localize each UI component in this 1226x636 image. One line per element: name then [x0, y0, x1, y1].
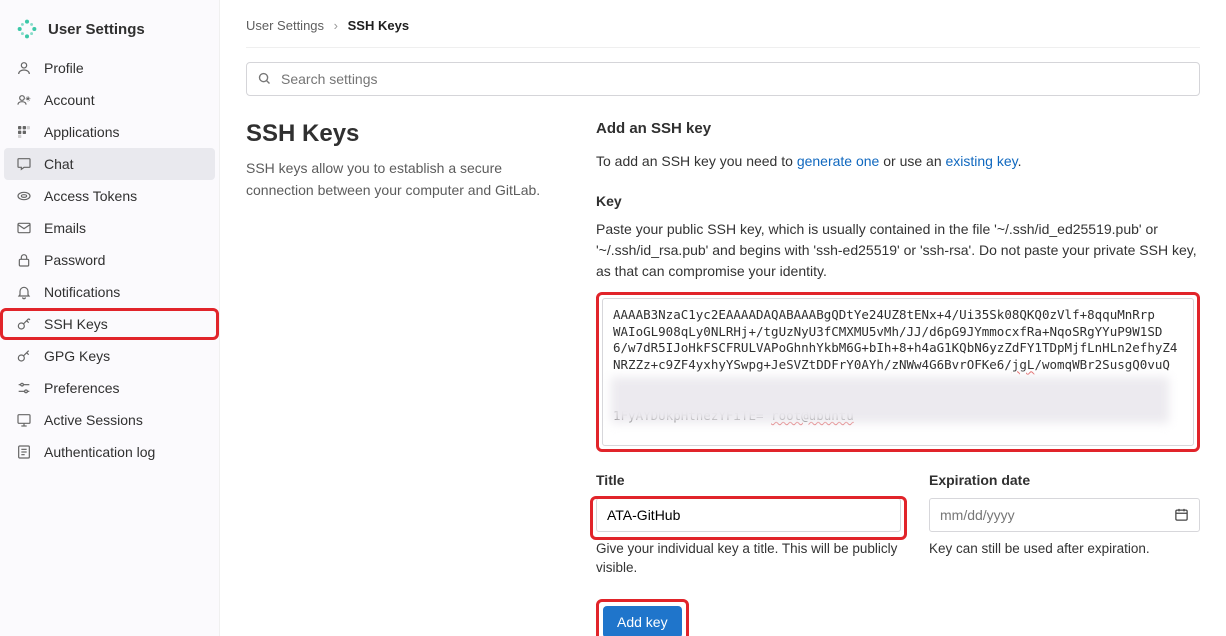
breadcrumb: User Settings › SSH Keys	[246, 12, 1200, 48]
sidebar-item-profile[interactable]: Profile	[0, 52, 219, 84]
main-content: User Settings › SSH Keys SSH Keys SSH ke…	[220, 0, 1226, 636]
apps-icon	[16, 124, 32, 140]
sidebar-item-label: Account	[44, 92, 95, 108]
sidebar-item-label: Authentication log	[44, 444, 155, 460]
expiration-label: Expiration date	[929, 472, 1200, 488]
sidebar-item-label: Notifications	[44, 284, 120, 300]
gpg-icon	[16, 348, 32, 364]
account-icon	[16, 92, 32, 108]
sidebar-item-label: SSH Keys	[44, 316, 108, 332]
pref-icon	[16, 380, 32, 396]
chat-icon	[16, 156, 32, 172]
sidebar-title: User Settings	[48, 21, 145, 38]
chevron-right-icon: ›	[334, 18, 338, 33]
ssh-keys-highlight	[0, 308, 219, 340]
lock-icon	[16, 252, 32, 268]
sidebar-item-label: Access Tokens	[44, 188, 137, 204]
sidebar-item-label: Profile	[44, 60, 84, 76]
bell-icon	[16, 284, 32, 300]
key-hint: Paste your public SSH key, which is usua…	[596, 219, 1200, 282]
key-label: Key	[596, 193, 1200, 209]
expiration-placeholder: mm/dd/yyyy	[940, 507, 1015, 523]
calendar-icon	[1174, 507, 1189, 522]
add-key-highlight: Add key	[596, 599, 689, 636]
expiration-hint: Key can still be used after expiration.	[929, 540, 1200, 559]
log-icon	[16, 444, 32, 460]
expiration-input[interactable]: mm/dd/yyyy	[929, 498, 1200, 532]
sidebar-item-label: Emails	[44, 220, 86, 236]
sidebar-item-label: Active Sessions	[44, 412, 143, 428]
sidebar-item-active-sessions[interactable]: Active Sessions	[0, 404, 219, 436]
generate-one-link[interactable]: generate one	[797, 153, 880, 169]
sidebar-item-label: GPG Keys	[44, 348, 110, 364]
sidebar-item-applications[interactable]: Applications	[0, 116, 219, 148]
sidebar-item-access-tokens[interactable]: Access Tokens	[0, 180, 219, 212]
sidebar-item-notifications[interactable]: Notifications	[0, 276, 219, 308]
sidebar-header: User Settings	[0, 10, 219, 52]
token-icon	[16, 188, 32, 204]
search-settings[interactable]	[246, 62, 1200, 96]
sidebar-item-chat[interactable]: Chat	[4, 148, 215, 180]
search-input[interactable]	[281, 71, 1189, 87]
breadcrumb-parent[interactable]: User Settings	[246, 18, 324, 33]
profile-icon	[16, 60, 32, 76]
title-label: Title	[596, 472, 901, 488]
sessions-icon	[16, 412, 32, 428]
sidebar: User Settings Profile Account Applications…	[0, 0, 220, 636]
sidebar-item-label: Chat	[44, 156, 74, 172]
sidebar-item-label: Applications	[44, 124, 120, 140]
add-key-button[interactable]: Add key	[603, 606, 682, 636]
sidebar-item-gpg-keys[interactable]: GPG Keys	[0, 340, 219, 372]
sidebar-item-label: Password	[44, 252, 105, 268]
title-hint: Give your individual key a title. This w…	[596, 540, 901, 578]
breadcrumb-current: SSH Keys	[348, 18, 409, 33]
key-icon	[16, 316, 32, 332]
page-title: SSH Keys	[246, 120, 566, 148]
key-textarea-highlight: AAAAB3NzaC1yc2EAAAADAQABAAABgQDtYe24UZ8t…	[596, 292, 1200, 452]
sidebar-item-account[interactable]: Account	[0, 84, 219, 116]
page-desc: SSH keys allow you to establish a secure…	[246, 158, 566, 201]
sidebar-item-label: Preferences	[44, 380, 119, 396]
sidebar-item-authentication-log[interactable]: Authentication log	[0, 436, 219, 468]
sidebar-item-emails[interactable]: Emails	[0, 212, 219, 244]
title-input[interactable]	[596, 498, 901, 532]
key-textarea[interactable]: AAAAB3NzaC1yc2EAAAADAQABAAABgQDtYe24UZ8t…	[602, 298, 1194, 446]
sidebar-item-preferences[interactable]: Preferences	[0, 372, 219, 404]
add-key-heading: Add an SSH key	[596, 120, 1200, 137]
sidebar-item-ssh-keys[interactable]: SSH Keys	[0, 308, 219, 340]
sidebar-item-password[interactable]: Password	[0, 244, 219, 276]
search-icon	[257, 71, 273, 87]
email-icon	[16, 220, 32, 236]
existing-key-link[interactable]: existing key	[946, 153, 1018, 169]
logo-icon	[16, 18, 38, 40]
add-key-help: To add an SSH key you need to generate o…	[596, 151, 1200, 173]
